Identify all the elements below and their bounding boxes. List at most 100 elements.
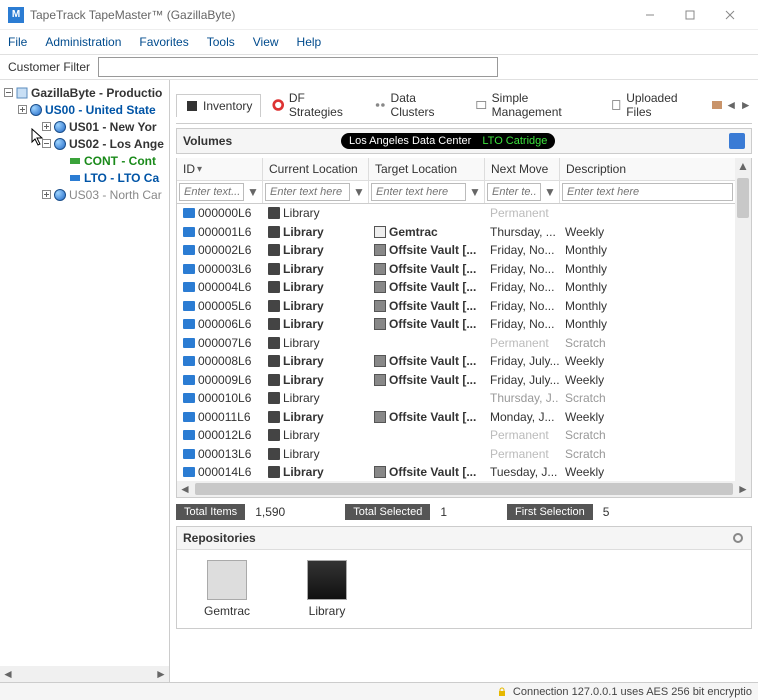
menu-view[interactable]: View [253, 35, 279, 49]
table-row[interactable]: 000010L6 Library Thursday, J... Scratch [177, 389, 751, 408]
customer-filter-input[interactable] [98, 57, 498, 77]
table-row[interactable]: 000000L6 Library Permanent [177, 204, 751, 223]
col-target-location[interactable]: Target Location [368, 158, 484, 180]
close-button[interactable] [710, 1, 750, 29]
tree-us01[interactable]: US01 - New Yor [69, 120, 157, 134]
tree-root[interactable]: GazillaByte - Productio [31, 86, 162, 100]
col-description[interactable]: Description [559, 158, 751, 180]
filter-icon[interactable]: ▼ [352, 185, 366, 199]
filter-icon[interactable]: ▼ [543, 185, 557, 199]
col-id[interactable]: ID▾ [177, 158, 262, 180]
menu-file[interactable]: File [8, 35, 27, 49]
filter-desc[interactable] [562, 183, 733, 201]
clusters-icon [374, 98, 386, 112]
tape-icon [183, 430, 195, 440]
table-row[interactable]: 000003L6 Library Offsite Vault [... Frid… [177, 260, 751, 279]
table-row[interactable]: 000002L6 Library Offsite Vault [... Frid… [177, 241, 751, 260]
filter-target[interactable] [371, 183, 466, 201]
location-icon [268, 244, 280, 256]
expander-icon[interactable] [2, 87, 14, 99]
repo-library[interactable]: Library [297, 560, 357, 618]
location-icon [268, 466, 280, 478]
table-row[interactable]: 000012L6 Library Permanent Scratch [177, 426, 751, 445]
menu-administration[interactable]: Administration [45, 35, 121, 49]
container-icon [68, 154, 82, 168]
tab-scroll-left[interactable]: ◄ [725, 98, 738, 112]
filter-icon[interactable]: ▼ [246, 185, 260, 199]
table-row[interactable]: 000008L6 Library Offsite Vault [... Frid… [177, 352, 751, 371]
menu-tools[interactable]: Tools [207, 35, 235, 49]
col-next-move[interactable]: Next Move [484, 158, 559, 180]
tape-icon [183, 356, 195, 366]
total-selected-label: Total Selected [345, 504, 430, 520]
expander-icon[interactable] [16, 104, 28, 116]
repositories-title: Repositories [183, 531, 731, 545]
tree-us03[interactable]: US03 - North Car [69, 188, 162, 202]
location-icon [268, 337, 280, 349]
table-row[interactable]: 000009L6 Library Offsite Vault [... Frid… [177, 371, 751, 390]
tree-us02[interactable]: US02 - Los Ange [69, 137, 164, 151]
tab-df-strategies[interactable]: DF Strategies [263, 86, 363, 123]
filter-icon[interactable]: ▼ [468, 185, 482, 199]
sidebar-scrollbar[interactable]: ◄► [0, 666, 169, 682]
tab-uploaded-files[interactable]: Uploaded Files [601, 86, 707, 123]
col-current-location[interactable]: Current Location [262, 158, 368, 180]
target-icon [374, 374, 386, 386]
statusbar: Connection 127.0.0.1 uses AES 256 bit en… [0, 682, 758, 700]
tape-icon [68, 171, 82, 185]
expander-icon[interactable] [40, 121, 52, 133]
grid-hscrollbar[interactable]: ◄► [177, 481, 751, 497]
tab-inventory[interactable]: Inventory [176, 94, 261, 117]
expander-icon[interactable] [40, 138, 52, 150]
tree-lto[interactable]: LTO - LTO Ca [84, 171, 159, 185]
volumes-header: Volumes Los Angeles Data Center LTO Catr… [176, 128, 752, 154]
menu-favorites[interactable]: Favorites [139, 35, 188, 49]
tape-icon [183, 208, 195, 218]
table-row[interactable]: 000004L6 Library Offsite Vault [... Frid… [177, 278, 751, 297]
tab-scroll-right[interactable]: ► [739, 98, 752, 112]
grid-filter-row: ▼ ▼ ▼ ▼ ▼ [177, 181, 751, 204]
total-items-label: Total Items [176, 504, 245, 520]
location-icon [268, 411, 280, 423]
tape-icon [183, 227, 195, 237]
tab-data-clusters[interactable]: Data Clusters [365, 86, 464, 123]
box-icon[interactable] [710, 98, 723, 112]
repo-gemtrac[interactable]: Gemtrac [197, 560, 257, 618]
table-row[interactable]: 000006L6 Library Offsite Vault [... Frid… [177, 315, 751, 334]
filter-next[interactable] [487, 183, 541, 201]
filter-id[interactable] [179, 183, 244, 201]
tab-simple-management[interactable]: Simple Management [466, 86, 599, 123]
target-icon [374, 263, 386, 275]
tree-us00[interactable]: US00 - United State [45, 103, 156, 117]
tape-icon [183, 467, 195, 477]
maximize-button[interactable] [670, 1, 710, 29]
location-icon [268, 374, 280, 386]
table-row[interactable]: 000007L6 Library Permanent Scratch [177, 334, 751, 353]
expander-icon[interactable] [40, 189, 52, 201]
volumes-grid: ID▾ Current Location Target Location Nex… [176, 158, 752, 498]
target-icon [374, 226, 386, 238]
grid-vscrollbar[interactable]: ▲ [735, 158, 751, 481]
tape-icon [183, 245, 195, 255]
menu-help[interactable]: Help [297, 35, 322, 49]
table-row[interactable]: 000013L6 Library Permanent Scratch [177, 445, 751, 464]
table-row[interactable]: 000005L6 Library Offsite Vault [... Frid… [177, 297, 751, 316]
tape-icon[interactable] [729, 133, 745, 149]
server-rack-icon [307, 560, 347, 600]
target-icon [374, 281, 386, 293]
globe-icon [53, 188, 67, 202]
total-items-value: 1,590 [255, 505, 285, 519]
table-row[interactable]: 000014L6 Library Offsite Vault [... Tues… [177, 463, 751, 481]
location-icon [268, 448, 280, 460]
table-row[interactable]: 000001L6 Library Gemtrac Thursday, ... W… [177, 223, 751, 242]
tabstrip: Inventory DF Strategies Data Clusters Si… [176, 86, 752, 124]
table-row[interactable]: 000011L6 Library Offsite Vault [... Mond… [177, 408, 751, 427]
tape-icon [183, 338, 195, 348]
gear-icon[interactable] [731, 531, 745, 545]
files-icon [610, 98, 622, 112]
minimize-button[interactable] [630, 1, 670, 29]
target-icon [374, 244, 386, 256]
cabinet-icon [207, 560, 247, 600]
tree-cont[interactable]: CONT - Cont [84, 154, 156, 168]
filter-current[interactable] [265, 183, 350, 201]
